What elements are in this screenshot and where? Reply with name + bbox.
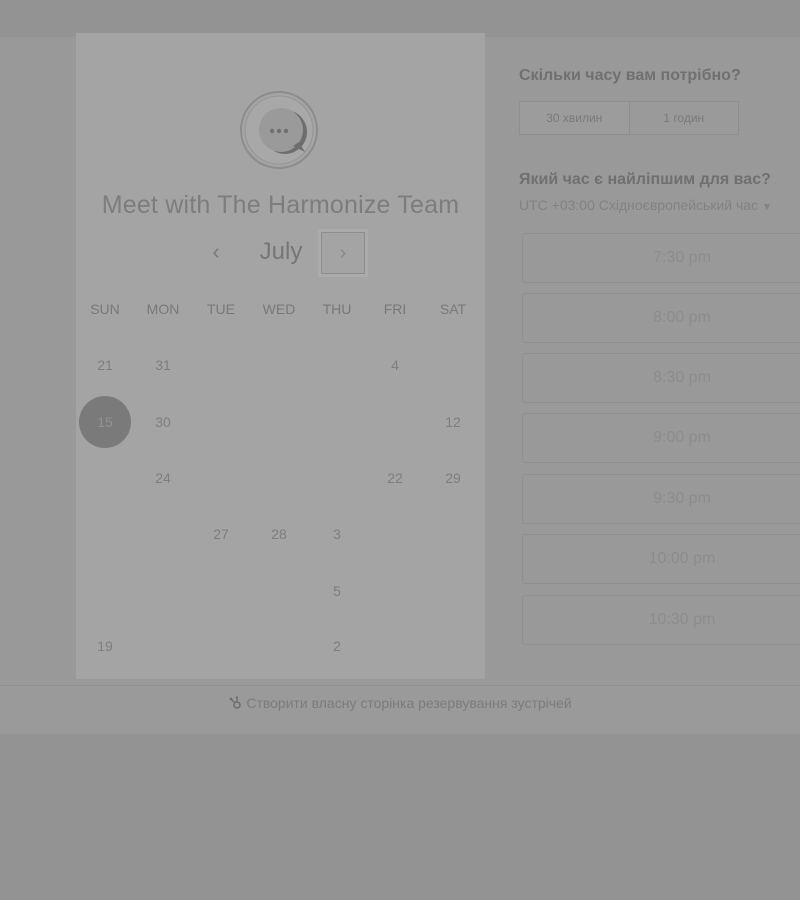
calendar-day[interactable]: 12	[427, 396, 479, 448]
booking-page: Meet with The Harmonize Team ‹ July › SU…	[0, 0, 800, 900]
time-question: Який час є найліпшим для вас?	[519, 171, 771, 188]
time-slot-label: 10:00 pm	[648, 550, 716, 567]
calendar-day[interactable]: 19	[79, 620, 131, 672]
time-slot[interactable]: 10:00 pm	[522, 534, 800, 584]
calendar-day[interactable]: 3	[311, 508, 363, 560]
weekday-sat: SAT	[439, 301, 467, 317]
calendar-day[interactable]: 24	[137, 452, 189, 504]
calendar-day-selected[interactable]: 15	[79, 396, 131, 448]
calendar-day[interactable]: 4	[369, 339, 421, 391]
calendar-day[interactable]: 2	[311, 620, 363, 672]
calendar-day[interactable]: 30	[137, 396, 189, 448]
calendar-day[interactable]: 5	[311, 565, 363, 617]
time-slot-label: 9:00 pm	[653, 429, 711, 446]
weekday-mon: MON	[146, 301, 180, 317]
caret-down-icon: ▼	[762, 202, 772, 213]
month-navigation: ‹ July ›	[76, 229, 485, 275]
duration-option-1-hour[interactable]: 1 годин	[628, 102, 738, 134]
weekday-thu: THU	[322, 301, 352, 317]
time-slot[interactable]: 9:30 pm	[522, 474, 800, 524]
timezone-select[interactable]: UTC +03:00 Східноєвропейський час ▼	[519, 197, 800, 213]
chevron-left-icon[interactable]: ‹	[204, 237, 228, 267]
weekday-tue: TUE	[207, 301, 235, 317]
weekday-sun: SUN	[90, 301, 120, 317]
calendar-day[interactable]: 28	[253, 508, 305, 560]
calendar-card: Meet with The Harmonize Team ‹ July › SU…	[76, 33, 485, 679]
sprocket-icon	[228, 696, 242, 710]
duration-option-30-min[interactable]: 30 хвилин	[520, 102, 629, 134]
time-slot[interactable]: 9:00 pm	[522, 413, 800, 463]
create-booking-page-link[interactable]: Створити власну сторінка резервування зу…	[0, 695, 800, 711]
time-slot[interactable]: 8:00 pm	[522, 293, 800, 343]
time-slot-label: 9:30 pm	[653, 490, 711, 507]
time-slot[interactable]: 8:30 pm	[522, 353, 800, 403]
duration-question: Скільки часу вам потрібно?	[519, 67, 741, 84]
chevron-right-icon[interactable]: ›	[321, 232, 365, 274]
calendar-day[interactable]: 21	[79, 339, 131, 391]
time-slot-label: 10:30 pm	[648, 611, 716, 628]
time-slot-label: 8:30 pm	[653, 369, 711, 386]
month-label: July	[259, 238, 303, 265]
time-slot-label: 7:30 pm	[653, 249, 711, 266]
meeting-title: Meet with The Harmonize Team	[101, 191, 460, 219]
footer-link-label: Створити власну сторінка резервування зу…	[246, 695, 572, 711]
chat-bubble-icon	[239, 90, 319, 170]
calendar-day[interactable]: 31	[137, 339, 189, 391]
weekday-wed: WED	[262, 301, 296, 317]
duration-selector: 30 хвилин 1 годин	[519, 101, 739, 135]
calendar-day[interactable]: 29	[427, 452, 479, 504]
calendar-day[interactable]: 27	[195, 508, 247, 560]
weekday-fri: FRI	[383, 301, 407, 317]
time-slot-label: 8:00 pm	[653, 309, 711, 326]
timezone-label: UTC +03:00 Східноєвропейський час	[519, 197, 759, 213]
calendar-day[interactable]: 22	[369, 452, 421, 504]
time-slot[interactable]: 7:30 pm	[522, 233, 800, 283]
time-slot[interactable]: 10:30 pm	[522, 595, 800, 645]
